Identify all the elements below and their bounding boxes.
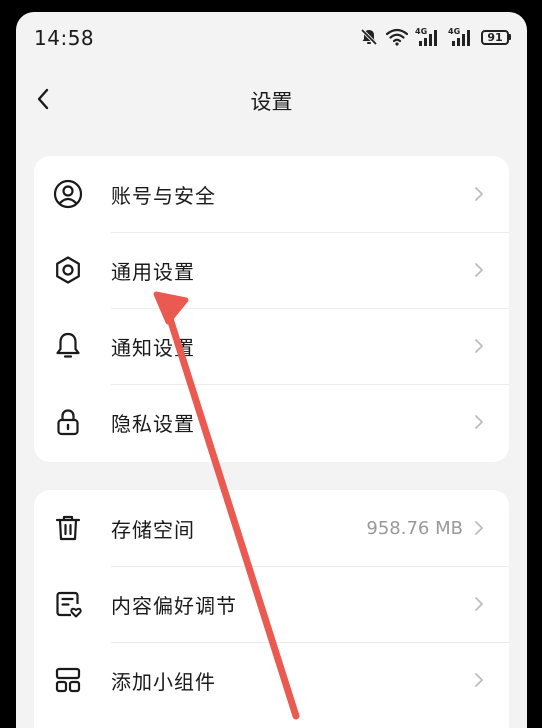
content-preference-icon bbox=[52, 588, 84, 620]
chevron-right-icon bbox=[473, 413, 485, 431]
page-title: 设置 bbox=[250, 90, 293, 114]
chevron-right-icon bbox=[473, 337, 485, 355]
settings-item-notifications[interactable]: 通知设置 bbox=[34, 308, 509, 384]
account-icon bbox=[52, 178, 84, 210]
status-bar: 14:58 4G 4G 91 bbox=[16, 12, 527, 64]
settings-item-label: 隐私设置 bbox=[111, 411, 195, 436]
settings-item-label: 通知设置 bbox=[111, 335, 195, 360]
settings-item-account-security[interactable]: 账号与安全 bbox=[34, 156, 509, 232]
settings-item-storage[interactable]: 存储空间 958.76 MB bbox=[34, 490, 509, 566]
widget-icon bbox=[52, 664, 84, 696]
signal-4g-icon-2: 4G bbox=[448, 27, 474, 47]
lock-icon bbox=[52, 406, 84, 438]
mute-bell-icon bbox=[359, 27, 379, 47]
status-icons: 4G 4G 91 bbox=[359, 26, 511, 48]
settings-group-1: 账号与安全 通用设置 通知设置 隐私设置 bbox=[34, 156, 509, 462]
trash-icon bbox=[52, 512, 84, 544]
status-time: 14:58 bbox=[34, 26, 95, 50]
settings-item-label: 通用设置 bbox=[111, 259, 195, 284]
battery-icon: 91 bbox=[481, 29, 511, 45]
chevron-right-icon bbox=[473, 185, 485, 203]
settings-item-add-widget[interactable]: 添加小组件 bbox=[34, 642, 509, 718]
wifi-icon bbox=[386, 28, 408, 46]
settings-item-label: 添加小组件 bbox=[111, 669, 216, 694]
signal-4g-icon-1: 4G bbox=[415, 27, 441, 47]
chevron-right-icon bbox=[473, 519, 485, 537]
chevron-right-icon bbox=[473, 595, 485, 613]
gear-icon bbox=[52, 254, 84, 286]
header: 设置 bbox=[16, 76, 527, 122]
settings-item-label: 账号与安全 bbox=[111, 183, 216, 208]
chevron-right-icon bbox=[473, 671, 485, 689]
settings-item-label: 存储空间 bbox=[111, 517, 195, 542]
battery-level: 91 bbox=[481, 29, 509, 45]
settings-item-content-preference[interactable]: 内容偏好调节 bbox=[34, 566, 509, 642]
settings-item-label: 内容偏好调节 bbox=[111, 593, 237, 618]
storage-size-value: 958.76 MB bbox=[366, 517, 463, 539]
settings-group-2: 存储空间 958.76 MB 内容偏好调节 添加小组件 bbox=[34, 490, 509, 728]
chevron-right-icon bbox=[473, 261, 485, 279]
settings-screen: 14:58 4G 4G 91 设置 账号与安全 通用设置 通知设置 隐私设置 存… bbox=[16, 12, 527, 728]
settings-item-privacy[interactable]: 隐私设置 bbox=[34, 384, 509, 460]
bell-icon bbox=[52, 330, 84, 362]
settings-item-general[interactable]: 通用设置 bbox=[34, 232, 509, 308]
